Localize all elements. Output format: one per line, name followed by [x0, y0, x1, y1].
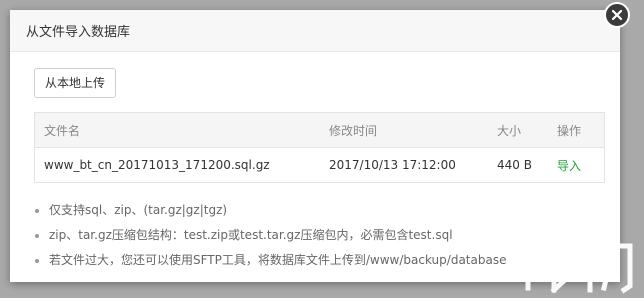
note-item: 若文件过大，您还可以使用SFTP工具，将数据库文件上传到/www/backup/…	[49, 248, 506, 273]
table-row: www_bt_cn_20171013_171200.sql.gz 2017/10…	[35, 148, 605, 183]
note-item: 仅支持sql、zip、(tar.gz|gz|tgz)	[49, 198, 506, 223]
import-link[interactable]: 导入	[557, 159, 581, 173]
column-header-action: 操作	[557, 112, 605, 148]
file-name-cell: www_bt_cn_20171013_171200.sql.gz	[44, 158, 270, 172]
upload-local-button[interactable]: 从本地上传	[34, 68, 117, 98]
dialog-header: 从文件导入数据库	[10, 10, 620, 52]
dialog-title: 从文件导入数据库	[26, 25, 131, 40]
column-header-filename: 文件名	[34, 112, 329, 148]
close-icon	[611, 9, 623, 21]
close-button[interactable]	[604, 2, 630, 28]
table-header-row: 文件名 修改时间 大小 操作	[34, 112, 605, 148]
column-header-modified-time: 修改时间	[329, 112, 497, 148]
file-size-cell: 440 B	[497, 158, 532, 172]
import-database-dialog: 从文件导入数据库 从本地上传 文件名 修改时间 大小 操作 www_bt_cn_…	[10, 10, 620, 282]
note-item: zip、tar.gz压缩包结构：test.zip或test.tar.gz压缩包内…	[49, 223, 506, 248]
notes-list: 仅支持sql、zip、(tar.gz|gz|tgz) zip、tar.gz压缩包…	[34, 198, 506, 273]
column-header-size: 大小	[497, 112, 557, 148]
file-action-cell: 导入	[557, 148, 605, 183]
file-mtime-cell: 2017/10/13 17:12:00	[329, 158, 456, 172]
file-table: 文件名 修改时间 大小 操作 www_bt_cn_20171013_171200…	[34, 112, 605, 183]
